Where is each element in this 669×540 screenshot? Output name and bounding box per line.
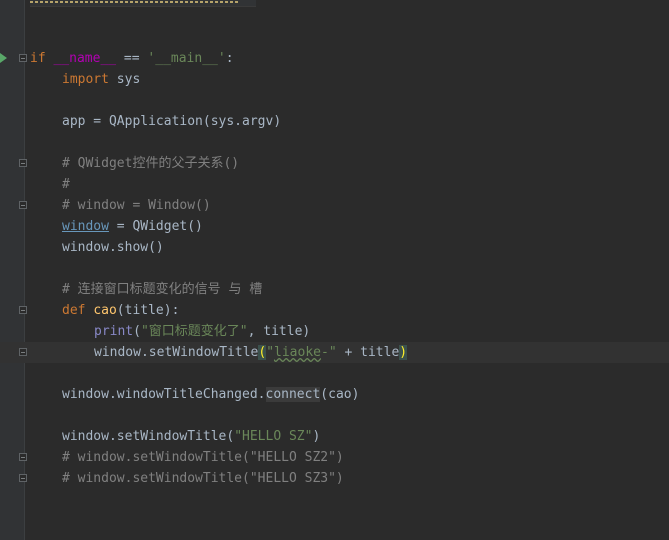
fold-icon[interactable] — [19, 474, 27, 482]
code-line-connect[interactable]: window.windowTitleChanged.connect(cao) — [0, 384, 669, 405]
comment: # 连接窗口标题变化的信号 与 槽 — [62, 282, 263, 297]
code-line-window-assign[interactable]: window = QWidget() — [0, 216, 669, 237]
code-line-current[interactable]: window.setWindowTitle("liaoke-" + title) — [0, 342, 669, 363]
code-line-def[interactable]: def cao(title): — [0, 300, 669, 321]
colon: : — [225, 51, 234, 66]
string-literal: "窗口标题变化了" — [140, 324, 248, 339]
code-line-comment[interactable]: # — [0, 174, 669, 195]
fold-icon[interactable] — [19, 159, 27, 167]
comment: # window.setWindowTitle("HELLO SZ2") — [62, 450, 344, 465]
keyword: import — [62, 72, 109, 87]
dunder-name: __name__ — [45, 51, 117, 66]
module-name: sys — [108, 72, 141, 87]
code-line-comment[interactable]: # window.setWindowTitle("HELLO SZ2") — [0, 447, 669, 468]
code-text: window.setWindowTitle( — [62, 429, 235, 444]
code-text: app = QApplication(sys.argv) — [62, 114, 282, 129]
code-line-if-main[interactable]: if __name__ == '__main__': — [0, 48, 669, 69]
code-text: + title — [336, 345, 400, 360]
code-line-app[interactable]: app = QApplication(sys.argv) — [0, 111, 669, 132]
fold-icon[interactable] — [19, 306, 27, 314]
code-text: window.show() — [62, 240, 164, 255]
code-text: ) — [312, 429, 321, 444]
keyword: def — [62, 303, 86, 318]
fold-icon[interactable] — [19, 453, 27, 461]
comment: # window = Window() — [62, 198, 211, 213]
code-area[interactable]: if __name__ == '__main__': import sys ap… — [0, 0, 669, 540]
fold-icon[interactable] — [19, 54, 27, 62]
code-text: = QWidget() — [108, 219, 203, 234]
fold-icon[interactable] — [19, 201, 27, 209]
code-line-comment[interactable]: # window = Window() — [0, 195, 669, 216]
code-text: window.setWindowTitle — [94, 345, 259, 360]
comment: # QWidget控件的父子关系() — [62, 156, 240, 171]
code-line-set-title[interactable]: window.setWindowTitle("HELLO SZ") — [0, 426, 669, 447]
variable-window[interactable]: window — [62, 219, 109, 234]
code-line-print[interactable]: print("窗口标题变化了", title) — [0, 321, 669, 342]
fold-icon[interactable] — [19, 348, 27, 356]
string-literal: -" — [321, 345, 337, 360]
method-connect[interactable]: connect — [265, 387, 321, 402]
run-icon[interactable] — [0, 53, 7, 63]
code-line-comment[interactable]: # window.setWindowTitle("HELLO SZ3") — [0, 468, 669, 489]
code-line-comment[interactable]: # 连接窗口标题变化的信号 与 槽 — [0, 279, 669, 300]
keyword: if — [30, 51, 46, 66]
string-literal: '__main__' — [147, 51, 226, 66]
string-literal: "HELLO SZ" — [234, 429, 313, 444]
operator: == — [116, 51, 148, 66]
code-text: (cao) — [320, 387, 360, 402]
code-line-comment[interactable]: # QWidget控件的父子关系() — [0, 153, 669, 174]
code-line-import[interactable]: import sys — [0, 69, 669, 90]
typo-word: liaoke — [274, 345, 321, 360]
code-text: , title) — [247, 324, 311, 339]
matched-paren: ) — [399, 345, 408, 360]
code-line-show[interactable]: window.show() — [0, 237, 669, 258]
code-text: window.windowTitleChanged. — [62, 387, 266, 402]
function-name: cao — [93, 303, 117, 318]
code-text: (title): — [116, 303, 180, 318]
comment: # — [62, 177, 70, 192]
builtin-print: print — [94, 324, 134, 339]
comment: # window.setWindowTitle("HELLO SZ3") — [62, 471, 344, 486]
code-editor[interactable]: if __name__ == '__main__': import sys ap… — [0, 0, 669, 540]
